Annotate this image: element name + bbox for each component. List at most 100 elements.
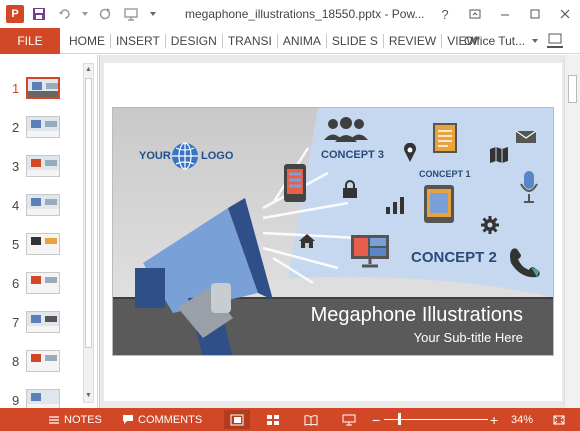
comments-button[interactable]: COMMENTS [122,408,202,431]
slide-thumbnail-image[interactable] [26,350,60,372]
slide-thumbnail-1[interactable]: 1 [0,75,82,105]
customize-toolbar-icon[interactable] [146,3,160,25]
tab-file[interactable]: FILE [0,27,60,54]
slide-thumbnail-2[interactable]: 2 [0,114,82,144]
slide-number: 2 [12,120,20,135]
comment-icon [123,415,133,424]
reading-view-button[interactable] [298,410,324,429]
scroll-up-icon[interactable]: ▲ [84,64,93,76]
notes-label: NOTES [64,413,102,426]
start-slideshow-icon[interactable] [120,3,142,25]
zoom-out-button[interactable]: − [372,408,380,431]
title-bar: P megaphone_illustrations_18550.pptx - P… [0,0,580,28]
gear-icon [481,216,499,234]
slide-number: 5 [12,237,20,252]
scrollbar-thumb[interactable] [85,78,92,348]
fit-to-window-button[interactable] [546,410,572,429]
scroll-down-icon[interactable]: ▼ [84,390,93,402]
slide-number: 6 [12,276,20,291]
slide-sorter-button[interactable] [260,410,286,429]
fit-to-window-icon [553,415,565,424]
reading-view-icon [304,414,318,426]
tab-review[interactable]: REVIEW [384,28,441,54]
slide-thumbnail-pane: 1 2 3 4 5 6 7 8 9 ▲ ▼ [0,55,98,411]
slide-number: 9 [12,393,20,408]
slide-number: 3 [12,159,20,174]
current-slide[interactable]: YOUR LOGO CONCEPT 3 CONCEPT 1 CONCEPT 2 … [112,107,554,356]
tablet-icon [424,185,454,223]
slide-thumbnail-7[interactable]: 7 [0,309,82,339]
ribbon-display-options-icon[interactable] [460,0,490,28]
undo-dropdown-icon[interactable] [80,3,90,25]
slide-number: 1 [12,81,20,96]
location-pin-icon [404,143,416,162]
tab-home[interactable]: HOME [64,28,110,54]
concept-1-label: CONCEPT 1 [419,169,471,179]
slide-number: 4 [12,198,20,213]
concept-2-label: CONCEPT 2 [411,249,497,266]
zoom-in-button[interactable]: + [490,408,498,431]
powerpoint-app-icon[interactable]: P [6,5,24,23]
user-account-icon [547,33,564,48]
notes-button[interactable]: NOTES [48,408,102,431]
slideshow-button[interactable] [336,410,362,429]
slide-thumbnail-5[interactable]: 5 [0,231,82,261]
help-button[interactable]: ? [430,0,460,28]
tab-design[interactable]: DESIGN [166,28,222,54]
megaphone-icon [135,198,273,355]
logo-logo-text: LOGO [201,150,234,162]
document-title: megaphone_illustrations_18550.pptx - Pow… [185,7,425,21]
document-icon [433,123,457,153]
monitor-icon [351,235,389,268]
redo-icon[interactable] [94,3,116,25]
slide-thumbnail-image[interactable] [26,77,60,99]
minus-icon: − [372,411,381,428]
telephone-icon [510,248,540,278]
bar-chart-icon [386,197,404,214]
slide-thumbnail-image[interactable] [26,272,60,294]
normal-view-icon [230,414,244,425]
home-icon [299,234,315,248]
ribbon-tabs: FILE HOME INSERT DESIGN TRANSI ANIMA SLI… [0,27,580,54]
logo-your-text: YOUR [139,150,171,162]
account-menu[interactable]: Office Tut... [464,28,565,54]
slide-thumbnail-image[interactable] [26,194,60,216]
slide-thumbnail-image[interactable] [26,116,60,138]
normal-view-button[interactable] [224,410,250,429]
save-icon[interactable] [28,3,50,25]
plus-icon: + [490,411,499,428]
minimize-icon[interactable] [490,0,520,28]
slide-thumbnail-3[interactable]: 3 [0,153,82,183]
tab-animations[interactable]: ANIMA [278,28,326,54]
tab-slideshow[interactable]: SLIDE S [327,28,383,54]
slide-thumbnail-image[interactable] [26,233,60,255]
slide-thumbnail-image[interactable] [26,155,60,177]
microphone-icon [520,171,538,203]
tab-transitions[interactable]: TRANSI [223,28,277,54]
zoom-slider[interactable] [384,413,488,425]
thumbnail-scrollbar[interactable]: ▲ ▼ [83,63,94,403]
comments-label: COMMENTS [138,413,203,426]
status-bar: NOTES COMMENTS − + 34% [0,408,580,431]
scrollbar-thumb[interactable] [568,75,577,103]
mail-icon [515,130,537,143]
slide-thumbnail-8[interactable]: 8 [0,348,82,378]
slide-thumbnail-image[interactable] [26,311,60,333]
globe-icon [172,142,198,170]
map-icon [490,147,508,163]
editor-scrollbar[interactable] [564,55,580,408]
slideshow-icon [342,414,356,425]
slide-title[interactable]: Megaphone Illustrations [288,304,523,327]
zoom-percentage: 34% [511,413,534,426]
undo-icon[interactable] [54,3,76,25]
zoom-slider-thumb[interactable] [398,413,401,425]
slide-thumbnail-4[interactable]: 4 [0,192,82,222]
restore-icon[interactable] [520,0,550,28]
chevron-down-icon [532,39,539,43]
slide-thumbnail-6[interactable]: 6 [0,270,82,300]
concept-3-label: CONCEPT 3 [321,149,384,161]
tab-insert[interactable]: INSERT [111,28,165,54]
zoom-level[interactable]: 34% [511,408,533,431]
close-icon[interactable] [550,0,580,28]
slide-subtitle[interactable]: Your Sub-title Here [313,330,523,345]
